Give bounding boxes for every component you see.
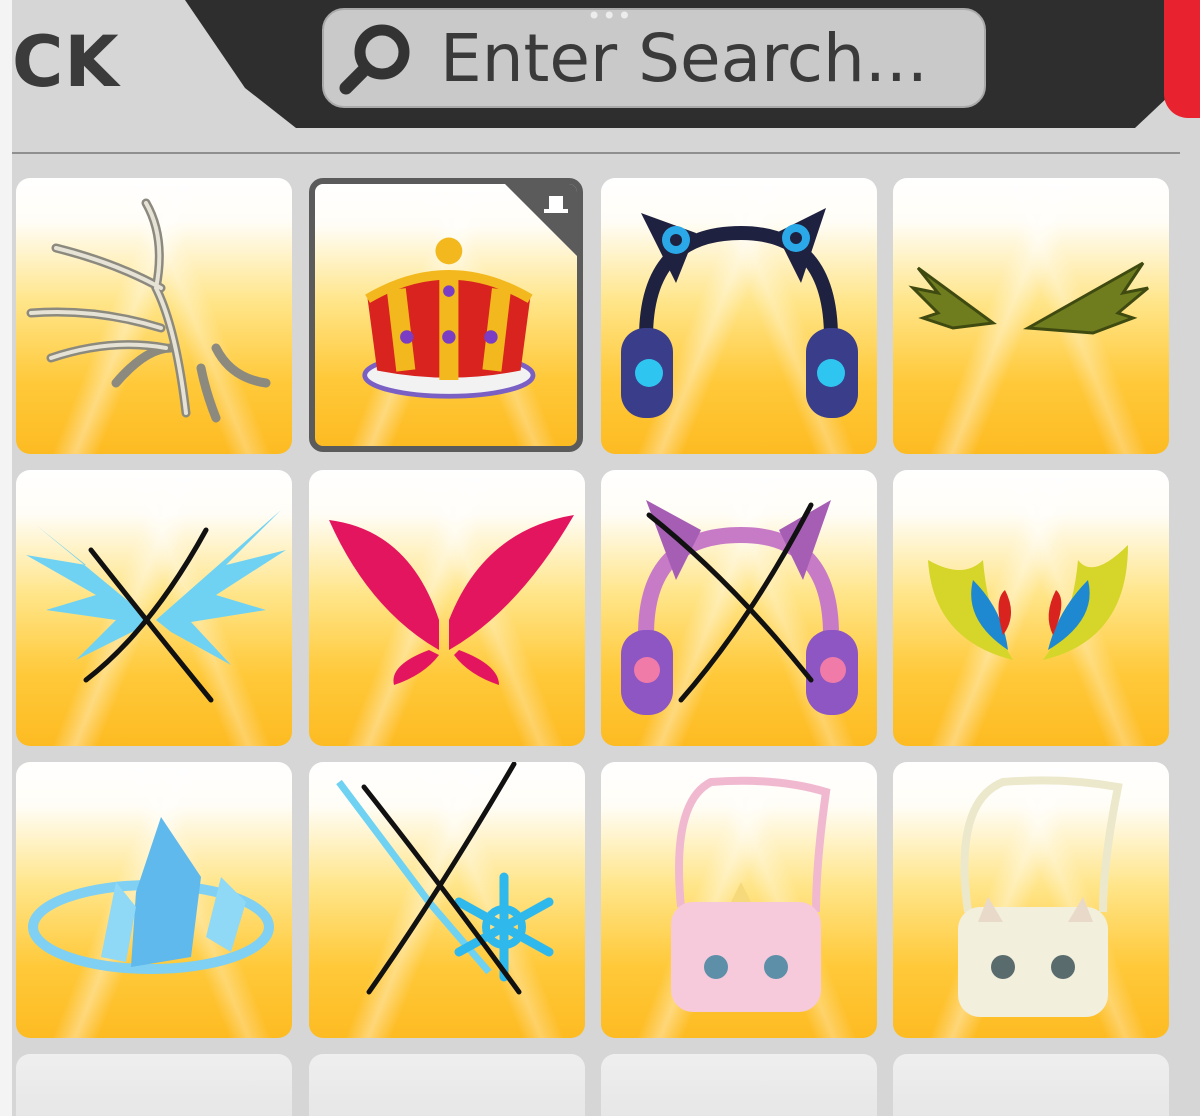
top-hat-icon bbox=[505, 184, 577, 256]
rainbow-wings-image bbox=[928, 545, 1128, 660]
inventory-item-partial[interactable] bbox=[601, 1054, 877, 1116]
inventory-item-partial[interactable] bbox=[16, 1054, 292, 1116]
inventory-item-unicorn-purse[interactable] bbox=[601, 762, 877, 1038]
inventory-item-green-dragon-wings[interactable] bbox=[893, 178, 1169, 454]
inventory-item-royal-crown[interactable] bbox=[309, 178, 583, 452]
skeleton-wings-image bbox=[26, 198, 271, 423]
inventory-item-rainbow-wings[interactable] bbox=[893, 470, 1169, 746]
inventory-window: CK ••• bbox=[0, 0, 1200, 1116]
inventory-grid bbox=[0, 0, 1200, 1116]
unicorn-purse-image bbox=[671, 776, 831, 1012]
ice-tiara-image bbox=[28, 817, 274, 974]
pink-cat-ear-headphones-image bbox=[621, 500, 858, 715]
inventory-item-pink-butterfly-wings[interactable] bbox=[309, 470, 585, 746]
ice-wings-image bbox=[26, 510, 286, 703]
snowflake-wand-image bbox=[336, 762, 554, 995]
pink-butterfly-wings-image bbox=[329, 515, 574, 685]
inventory-item-snowflake-wand[interactable] bbox=[309, 762, 585, 1038]
inventory-item-skeleton-wings[interactable] bbox=[16, 178, 292, 454]
dark-cat-ear-headphones-image bbox=[621, 208, 858, 418]
inventory-item-pink-cat-ear-headphones[interactable] bbox=[601, 470, 877, 746]
inventory-item-ice-tiara[interactable] bbox=[16, 762, 292, 1038]
inventory-item-partial[interactable] bbox=[893, 1054, 1169, 1116]
inventory-item-dark-cat-ear-headphones[interactable] bbox=[601, 178, 877, 454]
inventory-item-llama-purse[interactable] bbox=[893, 762, 1169, 1038]
llama-purse-image bbox=[958, 776, 1123, 1017]
inventory-item-partial[interactable] bbox=[309, 1054, 585, 1116]
inventory-item-ice-wings[interactable] bbox=[16, 470, 292, 746]
green-dragon-wings-image bbox=[908, 261, 1149, 335]
